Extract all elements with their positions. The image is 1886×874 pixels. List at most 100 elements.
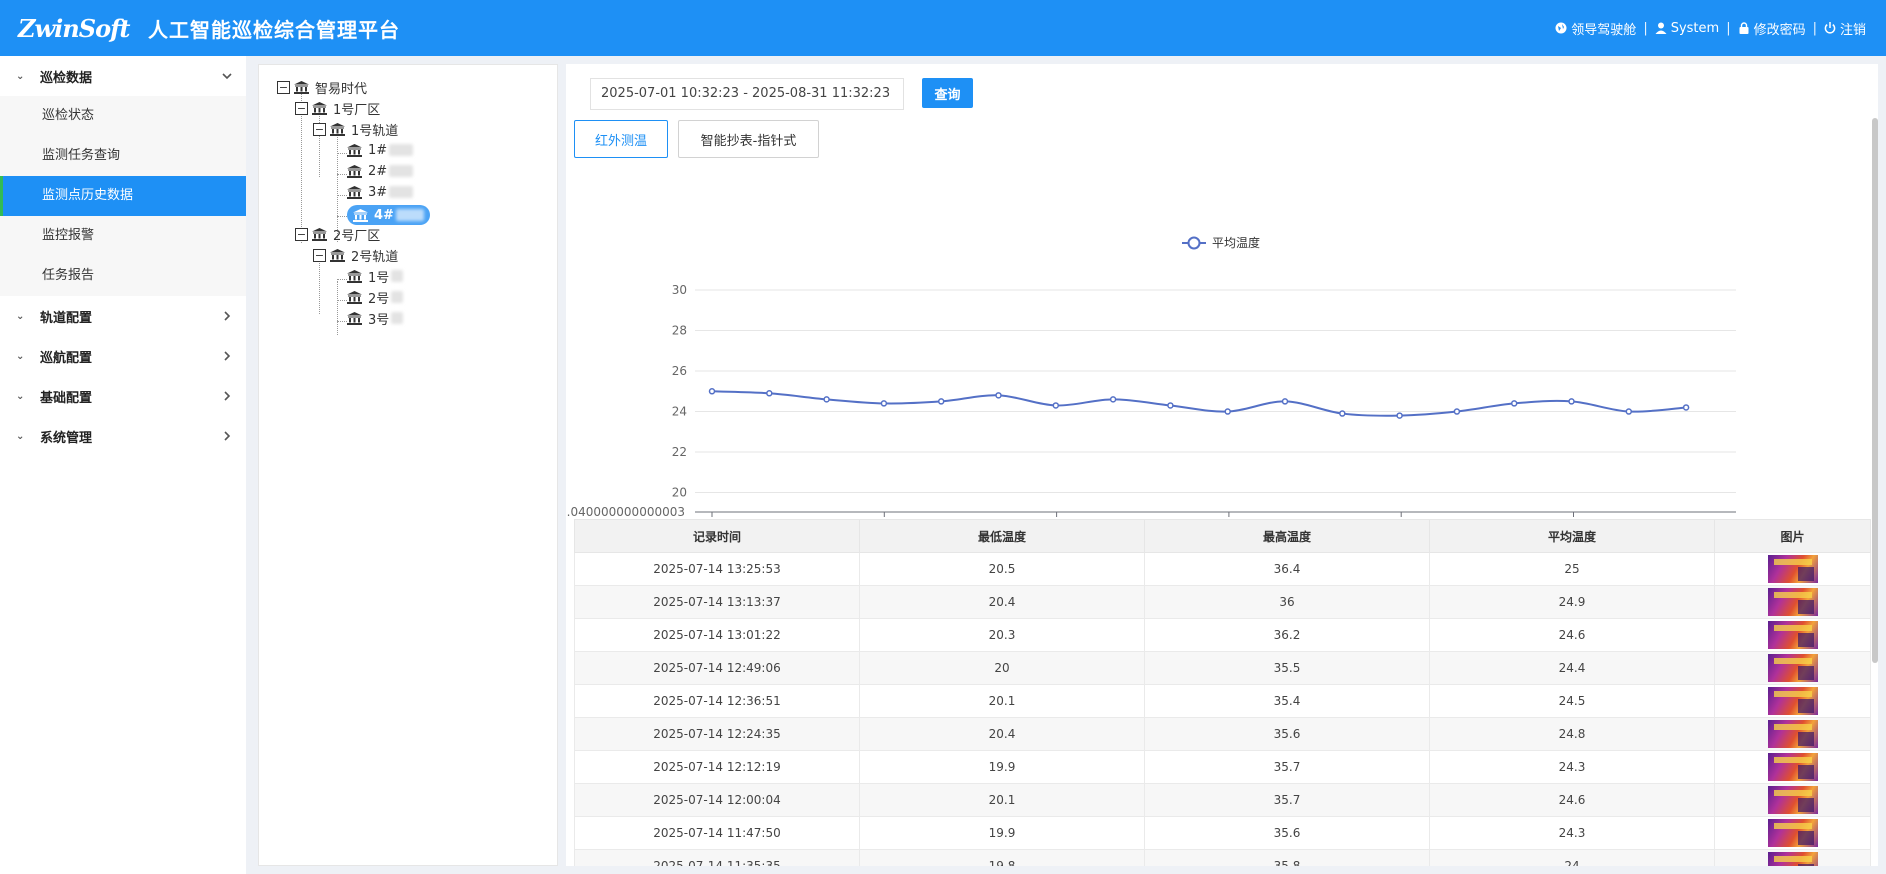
data-point[interactable] xyxy=(937,398,945,405)
data-point[interactable] xyxy=(880,400,888,407)
table-row[interactable]: 2025-07-14 11:35:35 19.8 35.8 24 xyxy=(574,849,1871,866)
date-range-input[interactable]: 2025-07-01 10:32:23 - 2025-08-31 11:32:2… xyxy=(590,78,904,110)
thermal-image-thumbnail[interactable] xyxy=(1767,588,1818,616)
table-row[interactable]: 2025-07-14 12:00:04 20.1 35.7 24.6 xyxy=(574,783,1871,817)
column-header-avg-temp[interactable]: 平均温度 xyxy=(1429,519,1715,553)
thermal-image-thumbnail[interactable] xyxy=(1767,654,1818,682)
thermal-image-thumbnail[interactable] xyxy=(1767,753,1818,781)
cell-max-temp: 35.7 xyxy=(1144,783,1430,817)
menu-group-inspection-data[interactable]: ⌄ 巡检数据 xyxy=(0,56,246,96)
cell-record-time: 2025-07-14 13:01:22 xyxy=(574,618,860,652)
tree-node-track-2[interactable]: − 2号轨道 xyxy=(313,245,398,265)
tree-node-point[interactable]: 1号 xyxy=(347,266,404,286)
tree-node-point[interactable]: 3# xyxy=(347,182,414,202)
menu-item-task-report[interactable]: 任务报告 xyxy=(0,256,246,296)
tree-node-label: 1号厂区 xyxy=(333,102,381,118)
column-header-max-temp[interactable]: 最高温度 xyxy=(1144,519,1430,553)
cell-image xyxy=(1714,750,1871,784)
data-point[interactable] xyxy=(708,388,716,395)
tree-node-point[interactable]: 2# xyxy=(347,161,414,181)
tab-infrared-temperature[interactable]: 红外测温 xyxy=(574,120,668,158)
thermal-image-thumbnail[interactable] xyxy=(1767,621,1818,649)
menu-group-basic-config[interactable]: ⌄ 基础配置 xyxy=(0,376,246,416)
table-row[interactable]: 2025-07-14 12:24:35 20.4 35.6 24.8 xyxy=(574,717,1871,751)
vertical-scrollbar[interactable] xyxy=(1872,118,1878,663)
redacted-text xyxy=(391,291,404,303)
column-header-min-temp[interactable]: 最低温度 xyxy=(859,519,1145,553)
data-point[interactable] xyxy=(1568,398,1575,405)
data-point[interactable] xyxy=(1224,408,1231,415)
table-row[interactable]: 2025-07-14 12:49:06 20 35.5 24.4 xyxy=(574,651,1871,685)
menu-group-track-config[interactable]: ⌄ 轨道配置 xyxy=(0,296,246,336)
cockpit-link[interactable]: 领导驾驶舱 xyxy=(1555,19,1636,38)
tree-node-root[interactable]: − 智易时代 xyxy=(277,77,367,97)
cell-record-time: 2025-07-14 13:25:53 xyxy=(574,552,860,586)
menu-group-cruise-config[interactable]: ⌄ 巡航配置 xyxy=(0,336,246,376)
tree-node-point[interactable]: 1# xyxy=(347,140,414,160)
cell-min-temp: 20.1 xyxy=(859,783,1145,817)
collapse-toggle-icon[interactable]: − xyxy=(313,248,326,262)
cell-avg-temp: 24 xyxy=(1429,849,1715,866)
building-icon xyxy=(353,208,368,222)
data-point[interactable] xyxy=(1281,398,1289,405)
cell-avg-temp: 24.3 xyxy=(1429,750,1715,784)
cell-record-time: 2025-07-14 11:47:50 xyxy=(574,816,860,850)
table-row[interactable]: 2025-07-14 12:36:51 20.1 35.4 24.5 xyxy=(574,684,1871,718)
menu-group-system-admin[interactable]: ⌄ 系统管理 xyxy=(0,416,246,456)
menu-item-inspection-status[interactable]: 巡检状态 xyxy=(0,96,246,136)
tree-connector xyxy=(337,300,347,301)
collapse-toggle-icon[interactable]: − xyxy=(295,227,308,241)
data-point[interactable] xyxy=(1052,402,1060,409)
data-point[interactable] xyxy=(823,396,830,403)
data-point[interactable] xyxy=(766,390,773,397)
data-point[interactable] xyxy=(995,392,1002,399)
tree-node-point[interactable]: 3号 xyxy=(347,308,404,328)
data-point[interactable] xyxy=(1510,400,1518,407)
cell-record-time: 2025-07-14 13:13:37 xyxy=(574,585,860,619)
redacted-text xyxy=(389,165,414,177)
cell-image xyxy=(1714,816,1871,850)
data-point[interactable] xyxy=(1167,402,1174,409)
thermal-image-thumbnail[interactable] xyxy=(1767,687,1818,715)
redacted-text xyxy=(391,312,404,324)
menu-item-point-history[interactable]: 监测点历史数据 xyxy=(0,176,246,216)
table-row[interactable]: 2025-07-14 11:47:50 19.9 35.6 24.3 xyxy=(574,816,1871,850)
data-point[interactable] xyxy=(1625,408,1633,415)
chart-legend[interactable]: 平均温度 xyxy=(1182,235,1260,250)
tree-node-area-2[interactable]: − 2号厂区 xyxy=(295,224,380,244)
table-row[interactable]: 2025-07-14 12:12:19 19.9 35.7 24.3 xyxy=(574,750,1871,784)
tree-node-point-selected[interactable]: 4# xyxy=(347,205,430,225)
table-row[interactable]: 2025-07-14 13:01:22 20.3 36.2 24.6 xyxy=(574,618,1871,652)
tab-pointer-meter[interactable]: 智能抄表-指针式 xyxy=(678,120,819,158)
thermal-image-thumbnail[interactable] xyxy=(1767,555,1818,583)
data-point[interactable] xyxy=(1339,410,1346,417)
tree-node-label: 2号厂区 xyxy=(333,228,381,244)
lock-icon xyxy=(1739,22,1749,34)
thermal-image-thumbnail[interactable] xyxy=(1767,786,1818,814)
collapse-toggle-icon[interactable]: − xyxy=(295,101,308,115)
data-point[interactable] xyxy=(1453,408,1461,415)
change-password-link[interactable]: 修改密码 xyxy=(1738,19,1806,38)
menu-item-alarm[interactable]: 监控报警 xyxy=(0,216,246,256)
tree-node-point[interactable]: 2号 xyxy=(347,287,404,307)
logout-link[interactable]: 注销 xyxy=(1824,19,1866,38)
collapse-toggle-icon[interactable]: − xyxy=(313,122,326,136)
cell-min-temp: 20.1 xyxy=(859,684,1145,718)
column-header-record-time[interactable]: 记录时间 xyxy=(574,519,860,553)
tree-node-track-1[interactable]: − 1号轨道 xyxy=(313,119,398,139)
data-point[interactable] xyxy=(1109,396,1117,403)
thermal-image-thumbnail[interactable] xyxy=(1767,852,1818,866)
thermal-image-thumbnail[interactable] xyxy=(1767,720,1818,748)
menu-item-task-query[interactable]: 监测任务查询 xyxy=(0,136,246,176)
collapse-toggle-icon[interactable]: − xyxy=(277,80,290,94)
table-row[interactable]: 2025-07-14 13:25:53 20.5 36.4 25 xyxy=(574,552,1871,586)
tree-node-area-1[interactable]: − 1号厂区 xyxy=(295,98,380,118)
tree-node-label: 1号 xyxy=(368,270,390,286)
user-link[interactable]: System xyxy=(1655,21,1719,36)
table-row[interactable]: 2025-07-14 13:13:37 20.4 36 24.9 xyxy=(574,585,1871,619)
query-button[interactable]: 查询 xyxy=(922,78,973,108)
tree-connector xyxy=(337,321,347,322)
thermal-image-thumbnail[interactable] xyxy=(1767,819,1818,847)
data-point[interactable] xyxy=(1682,404,1690,411)
data-point[interactable] xyxy=(1396,412,1403,419)
